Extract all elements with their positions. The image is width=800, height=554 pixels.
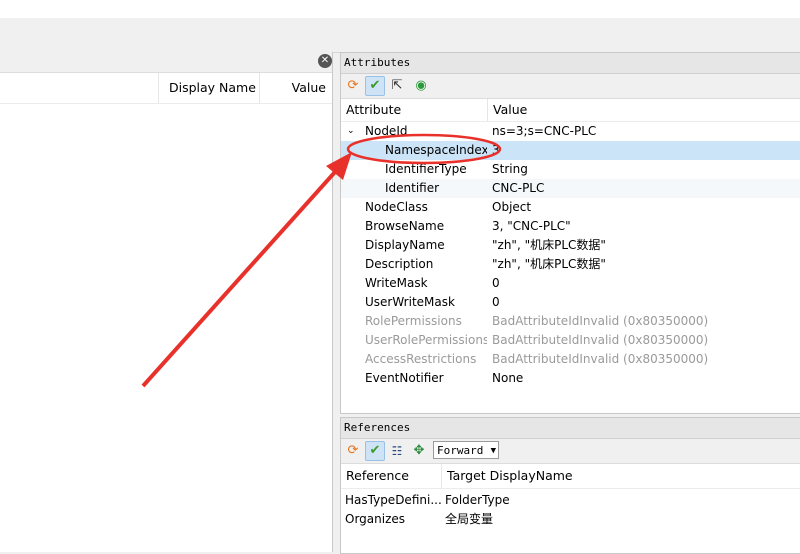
attribute-row[interactable]: NamespaceIndex 3 — [341, 141, 800, 160]
data-view-header: Display Name Value — [0, 73, 332, 104]
attribute-row[interactable]: AccessRestrictions BadAttributeIdInvalid … — [341, 350, 800, 369]
attribute-value: "zh", "机床PLC数据" — [492, 238, 606, 252]
data-view-toolbar: ✕ — [0, 52, 332, 73]
attribute-value: BadAttributeIdInvalid (0x80350000) — [492, 333, 709, 347]
attribute-row[interactable]: NodeClass Object — [341, 198, 800, 217]
attribute-name: WriteMask — [365, 276, 428, 290]
attribute-value: ns=3;s=CNC-PLC — [492, 124, 597, 138]
attribute-name: RolePermissions — [365, 314, 462, 328]
close-icon[interactable]: ✕ — [318, 54, 332, 68]
references-panel: References ⟳ ✔ ☷ ✥ Forward ▼ Reference T… — [340, 417, 800, 554]
attribute-name: IdentifierType — [385, 162, 467, 176]
checkmark-icon[interactable]: ✔ — [365, 441, 385, 461]
column-header-value[interactable]: Value — [487, 99, 793, 121]
attribute-row[interactable]: WriteMask 0 — [341, 274, 800, 293]
attribute-name: DisplayName — [365, 238, 445, 252]
attribute-value: 3, "CNC-PLC" — [492, 219, 571, 233]
target-icon[interactable]: ◉ — [411, 76, 431, 96]
column-header-value[interactable]: Value — [259, 73, 332, 103]
attribute-row[interactable]: ⌄ NodeId ns=3;s=CNC-PLC — [341, 122, 800, 141]
column-header-target[interactable]: Target DisplayName — [441, 464, 747, 488]
attribute-row[interactable]: Identifier CNC-PLC — [341, 179, 800, 198]
reference-row[interactable]: HasTypeDefini... FolderType — [341, 491, 800, 510]
direction-select-value: Forward — [437, 444, 484, 457]
attribute-name: NamespaceIndex — [385, 143, 487, 157]
attribute-value: CNC-PLC — [492, 181, 545, 195]
cursor-select-icon[interactable]: ⇱ — [387, 76, 407, 96]
references-grid-header: Reference Target DisplayName — [341, 464, 800, 489]
attribute-row[interactable]: Description "zh", "机床PLC数据" — [341, 255, 800, 274]
refresh-icon[interactable]: ⟳ — [343, 76, 363, 96]
attribute-value: "zh", "机床PLC数据" — [492, 257, 606, 271]
attribute-value: None — [492, 371, 524, 385]
reference-target: FolderType — [445, 493, 510, 507]
attribute-name: NodeClass — [365, 200, 428, 214]
checkmark-icon[interactable]: ✔ — [365, 76, 385, 96]
attribute-value: BadAttributeIdInvalid (0x80350000) — [492, 352, 709, 366]
attribute-row[interactable]: DisplayName "zh", "机床PLC数据" — [341, 236, 800, 255]
refresh-icon[interactable]: ⟳ — [343, 441, 363, 461]
attribute-name: EventNotifier — [365, 371, 444, 385]
direction-select[interactable]: Forward ▼ — [433, 441, 499, 459]
attributes-grid: ⌄ NodeId ns=3;s=CNC-PLC NamespaceIndex 3 Iden… — [341, 122, 800, 412]
column-header-display-name[interactable]: Display Name — [158, 73, 269, 103]
attribute-row[interactable]: BrowseName 3, "CNC-PLC" — [341, 217, 800, 236]
attribute-name: Identifier — [385, 181, 440, 195]
column-header-reference[interactable]: Reference — [341, 464, 441, 488]
attribute-name: Description — [365, 257, 434, 271]
attribute-name: UserRolePermissions — [365, 333, 487, 347]
window-top-strip — [0, 0, 800, 18]
attributes-title: Attributes — [341, 53, 800, 74]
attribute-name: NodeId — [365, 124, 408, 138]
attributes-grid-header: Attribute Value — [341, 99, 800, 122]
attribute-value: 0 — [492, 276, 500, 290]
attribute-row[interactable]: EventNotifier None — [341, 369, 800, 388]
reference-type: Organizes — [345, 512, 406, 526]
attribute-name: UserWriteMask — [365, 295, 455, 309]
attribute-row[interactable]: RolePermissions BadAttributeIdInvalid (0x… — [341, 312, 800, 331]
reference-row[interactable]: Organizes 全局变量 — [341, 510, 800, 529]
attribute-row[interactable]: IdentifierType String — [341, 160, 800, 179]
attributes-toolbar: ⟳ ✔ ⇱ ◉ — [341, 74, 800, 99]
attribute-row[interactable]: UserRolePermissions BadAttributeIdInvalid… — [341, 331, 800, 350]
data-view-panel: ✕ Display Name Value — [0, 52, 333, 552]
attribute-value: String — [492, 162, 528, 176]
toolbar-area — [0, 18, 800, 53]
attribute-name: BrowseName — [365, 219, 445, 233]
column-header-attribute[interactable]: Attribute — [341, 99, 486, 121]
attribute-name: AccessRestrictions — [365, 352, 477, 366]
attribute-value: Object — [492, 200, 532, 214]
attribute-value: 0 — [492, 295, 500, 309]
chevron-down-icon[interactable]: ⌄ — [347, 122, 355, 141]
network-icon[interactable]: ✥ — [409, 441, 429, 461]
attribute-value: BadAttributeIdInvalid (0x80350000) — [492, 314, 709, 328]
references-grid: HasTypeDefini... FolderType Organizes 全局变量 — [341, 489, 800, 549]
chevron-down-icon: ▼ — [490, 446, 496, 456]
attribute-value: 3 — [492, 143, 500, 157]
attribute-row[interactable]: UserWriteMask 0 — [341, 293, 800, 312]
attributes-panel: Attributes ⟳ ✔ ⇱ ◉ Attribute Value ⌄ Node… — [340, 52, 800, 414]
reference-type: HasTypeDefini... — [345, 493, 441, 507]
hierarchy-icon[interactable]: ☷ — [387, 441, 407, 461]
references-title: References — [341, 418, 800, 439]
references-toolbar: ⟳ ✔ ☷ ✥ Forward ▼ — [341, 439, 800, 464]
reference-target: 全局变量 — [445, 512, 494, 526]
